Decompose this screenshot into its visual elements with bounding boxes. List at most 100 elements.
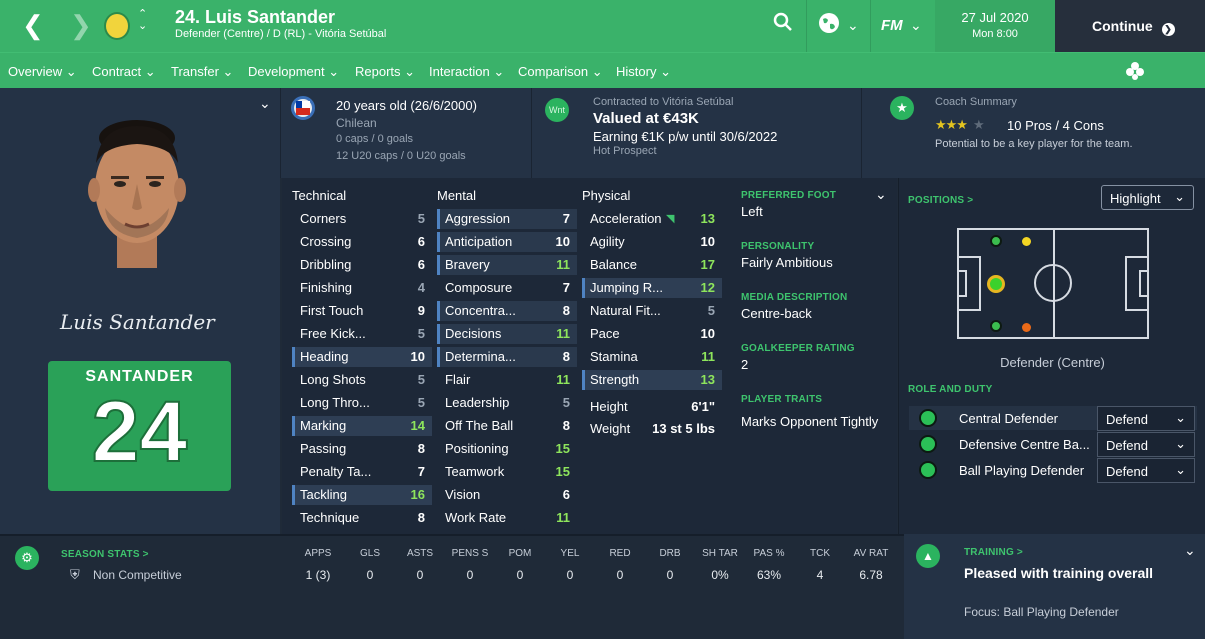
physical-attribute-row[interactable]: Stamina 11 — [582, 347, 722, 367]
search-icon[interactable] — [773, 12, 793, 38]
technical-attribute-row[interactable]: First Touch 9 — [292, 301, 432, 321]
mental-attribute-row[interactable]: Teamwork 15 — [437, 462, 577, 482]
technical-attribute-row[interactable]: Long Shots 5 — [292, 370, 432, 390]
attribute-name: Flair — [445, 372, 471, 387]
physical-attribute-row[interactable]: Jumping R... 12 — [582, 278, 722, 298]
technical-attribute-row[interactable]: Heading 10 — [292, 347, 432, 367]
role-icon — [919, 461, 937, 479]
mental-attribute-row[interactable]: Positioning 15 — [437, 439, 577, 459]
attribute-value: 15 — [555, 441, 570, 456]
mental-attribute-row[interactable]: Anticipation 10 — [437, 232, 577, 252]
role-row[interactable]: Central Defender Defend ⌄ — [909, 406, 1197, 431]
physical-attribute-row[interactable]: Natural Fit... 5 — [582, 301, 722, 321]
tab-overview[interactable]: Overview ⌄ — [0, 64, 83, 91]
attribute-name: Dribbling — [300, 257, 352, 272]
technical-attribute-row[interactable]: Technique 8 — [292, 508, 432, 528]
physical-attribute-row[interactable]: Agility 10 — [582, 232, 722, 252]
panel-collapse-chevron-icon[interactable]: ⌄ — [259, 95, 271, 112]
duty-dropdown[interactable]: Defend ⌄ — [1097, 406, 1195, 431]
technical-attribute-row[interactable]: Crossing 6 — [292, 232, 432, 252]
personality-value: Fairly Ambitious — [741, 255, 833, 270]
mental-attribute-row[interactable]: Determina... 8 — [437, 347, 577, 367]
attribute-value: 6 — [562, 487, 570, 502]
technical-attribute-row[interactable]: Finishing 4 — [292, 278, 432, 298]
player-switch-icon[interactable]: ⌃ ⌄ — [138, 8, 147, 32]
role-row[interactable]: Ball Playing Defender Defend ⌄ — [909, 458, 1197, 483]
attribute-name: Leadership — [445, 395, 510, 410]
duty-chevron-icon: ⌄ — [1175, 436, 1186, 451]
tab-interaction[interactable]: Interaction ⌄ — [429, 64, 504, 80]
technical-attribute-row[interactable]: Penalty Ta... 7 — [292, 462, 432, 482]
globe-icon[interactable] — [818, 12, 840, 40]
duty-dropdown[interactable]: Defend ⌄ — [1097, 458, 1195, 483]
technical-attribute-row[interactable]: Corners 5 — [292, 209, 432, 229]
mental-attribute-row[interactable]: Leadership 5 — [437, 393, 577, 413]
competition-name: Non Competitive — [93, 568, 182, 582]
positions-panel: POSITIONS > Highlight ⌄ Defender (Centre… — [898, 178, 1205, 534]
technical-attribute-row[interactable]: Passing 8 — [292, 439, 432, 459]
club-crest-icon[interactable] — [104, 12, 130, 40]
mental-attribute-row[interactable]: Aggression 7 — [437, 209, 577, 229]
tab-reports[interactable]: Reports ⌄ — [355, 64, 415, 80]
attribute-value: 17 — [700, 257, 715, 272]
mental-attribute-row[interactable]: Decisions 11 — [437, 324, 577, 344]
training-link[interactable]: TRAINING > — [964, 547, 1023, 558]
role-name: Central Defender — [959, 411, 1058, 426]
tab-contract[interactable]: Contract ⌄ — [92, 64, 156, 80]
club-badge-icon[interactable] — [1125, 61, 1145, 84]
attribute-value: 11 — [701, 349, 715, 364]
tab-history-label: History — [616, 64, 657, 79]
duty-value: Defend — [1106, 412, 1148, 427]
physical-attribute-row[interactable]: Pace 10 — [582, 324, 722, 344]
technical-attribute-row[interactable]: Tackling 16 — [292, 485, 432, 505]
mental-attribute-row[interactable]: Concentra... 8 — [437, 301, 577, 321]
highlight-dropdown[interactable]: Highlight ⌄ — [1101, 185, 1194, 210]
mental-attribute-row[interactable]: Flair 11 — [437, 370, 577, 390]
fm-menu-button[interactable]: FM — [881, 17, 903, 34]
mental-attribute-row[interactable]: Work Rate 11 — [437, 508, 577, 528]
attribute-name: Vision — [445, 487, 481, 502]
technical-attribute-row[interactable]: Marking 14 — [292, 416, 432, 436]
contract-label: Contracted to Vitória Setúbal — [593, 96, 734, 108]
date-display[interactable]: 27 Jul 2020 Mon 8:00 — [935, 0, 1055, 52]
position-pitch — [957, 228, 1149, 339]
tab-comparison[interactable]: Comparison ⌄ — [518, 64, 603, 80]
mental-attribute-row[interactable]: Off The Ball 8 — [437, 416, 577, 436]
role-row[interactable]: Defensive Centre Ba... Defend ⌄ — [909, 432, 1197, 457]
tab-interaction-label: Interaction — [429, 64, 490, 79]
mental-attribute-row[interactable]: Vision 6 — [437, 485, 577, 505]
attribute-value: 7 — [562, 280, 570, 295]
technical-attribute-row[interactable]: Long Thro... 5 — [292, 393, 432, 413]
training-chevron-icon[interactable]: ⌄ — [1184, 542, 1196, 559]
physical-attribute-row[interactable]: Acceleration 13 ◥ — [582, 209, 722, 229]
technical-attribute-row[interactable]: Dribbling 6 — [292, 255, 432, 275]
tab-development[interactable]: Development ⌄ — [248, 64, 339, 80]
fm-chevron-down-icon[interactable]: ⌄ — [910, 17, 922, 34]
forward-arrow-icon[interactable]: ❯ — [70, 10, 92, 41]
attribute-value: 8 — [417, 441, 425, 456]
mental-heading: Mental — [437, 188, 477, 203]
attribute-name: Long Thro... — [300, 395, 370, 410]
mental-attribute-row[interactable]: Composure 7 — [437, 278, 577, 298]
mental-attribute-row[interactable]: Bravery 11 — [437, 255, 577, 275]
season-stats-link[interactable]: SEASON STATS > — [61, 549, 149, 560]
settings-gear-icon[interactable]: ⚙ — [15, 546, 39, 570]
back-arrow-icon[interactable]: ❮ — [22, 10, 44, 41]
physical-attribute-row[interactable]: Strength 13 — [582, 370, 722, 390]
attribute-value: 10 — [410, 349, 425, 364]
weight-row: Weight 13 st 5 lbs — [582, 419, 722, 439]
tab-transfer[interactable]: Transfer ⌄ — [171, 64, 233, 80]
attribute-value: 5 — [417, 326, 425, 341]
role-icon — [919, 409, 937, 427]
physical-attribute-row[interactable]: Balance 17 — [582, 255, 722, 275]
tab-history[interactable]: History ⌄ — [616, 64, 671, 80]
duty-dropdown[interactable]: Defend ⌄ — [1097, 432, 1195, 457]
details-chevron-icon[interactable]: ⌄ — [875, 186, 887, 203]
positions-link[interactable]: POSITIONS > — [908, 195, 973, 206]
globe-chevron-down-icon[interactable]: ⌄ — [847, 17, 859, 34]
technical-attribute-row[interactable]: Free Kick... 5 — [292, 324, 432, 344]
continue-button[interactable]: Continue ❯ — [1055, 0, 1205, 52]
attribute-name: Stamina — [590, 349, 638, 364]
current-time: Mon 8:00 — [972, 28, 1018, 40]
media-description-value: Centre-back — [741, 306, 812, 321]
